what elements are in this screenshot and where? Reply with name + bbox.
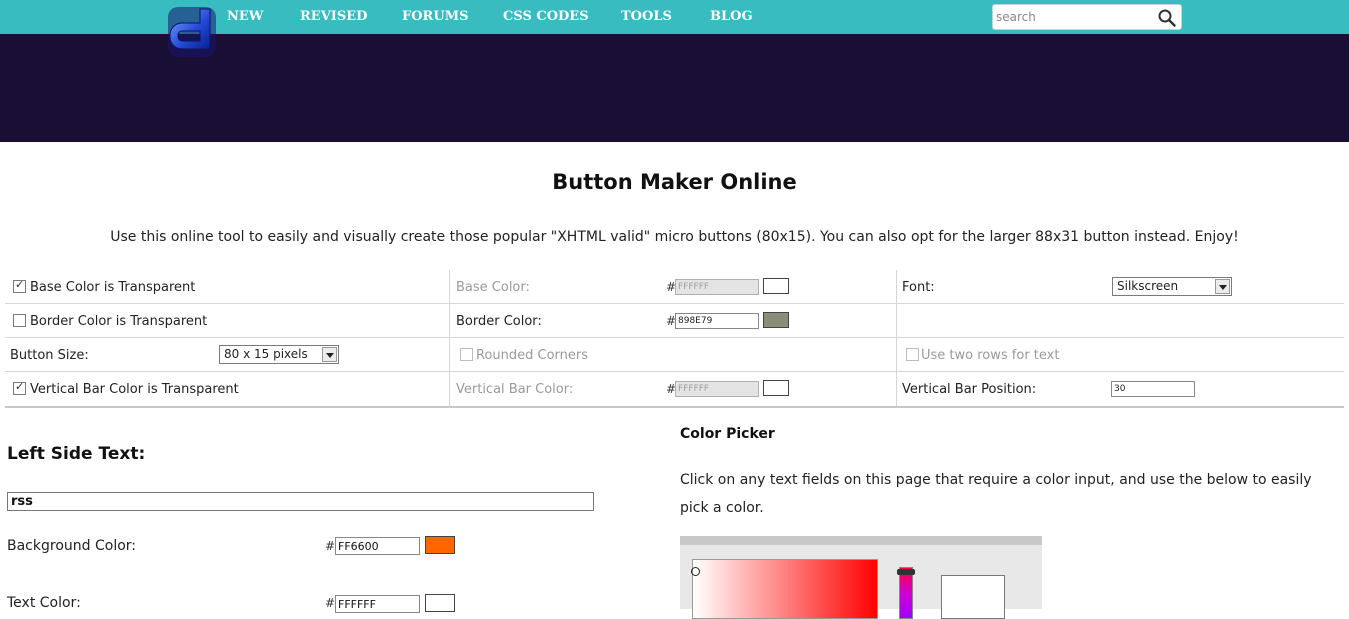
color-picker-body — [680, 545, 1042, 619]
text-color-input[interactable] — [335, 595, 420, 613]
left-side-text-heading: Left Side Text: — [7, 444, 146, 464]
base-color-swatch[interactable] — [763, 278, 789, 294]
font-select[interactable]: Silkscreen — [1112, 277, 1232, 296]
background-color-label: Background Color: — [7, 538, 136, 554]
page-title: Button Maker Online — [552, 170, 797, 194]
options-row: Button Size: 80 x 15 pixels Rounded Corn… — [5, 338, 1344, 372]
base-color-input[interactable] — [675, 279, 759, 295]
vbar-color-input[interactable] — [675, 381, 759, 397]
search-input[interactable] — [996, 8, 1154, 26]
color-picker — [680, 536, 1042, 619]
color-preview — [941, 575, 1005, 619]
cell: Font: Silkscreen — [897, 270, 1344, 303]
options-row: Base Color is Transparent Base Color: # … — [5, 270, 1344, 304]
hue-slider-handle[interactable] — [897, 569, 915, 575]
border-transparent-label: Border Color is Transparent — [30, 314, 208, 329]
border-color-swatch[interactable] — [763, 312, 789, 328]
background-color-swatch[interactable] — [425, 536, 455, 554]
nav-blog[interactable]: BLOG — [710, 9, 753, 24]
cell: Border Color: # — [450, 304, 897, 337]
vbar-transparent-checkbox[interactable] — [13, 380, 26, 395]
page-intro: Use this online tool to easily and visua… — [110, 229, 1239, 245]
vbar-color-swatch[interactable] — [763, 380, 789, 396]
vbar-transparent-label: Vertical Bar Color is Transparent — [30, 382, 239, 397]
background-color-input[interactable] — [335, 537, 420, 555]
nav-tools[interactable]: TOOLS — [621, 9, 672, 24]
button-size-value: 80 x 15 pixels — [224, 347, 308, 361]
nav-new[interactable]: NEW — [227, 9, 263, 24]
border-color-label: Border Color: — [456, 314, 542, 329]
font-label: Font: — [902, 280, 935, 295]
button-size-label: Button Size: — [10, 348, 89, 363]
button-size-select[interactable]: 80 x 15 pixels — [219, 345, 339, 364]
text-color-hash: # — [325, 596, 336, 610]
vbar-position-label: Vertical Bar Position: — [902, 382, 1037, 397]
options-row: Vertical Bar Color is Transparent Vertic… — [5, 372, 1344, 408]
cell: Use two rows for text — [897, 338, 1344, 371]
search-icon[interactable] — [1157, 8, 1177, 28]
cell: Base Color: # — [450, 270, 897, 303]
cell: Vertical Bar Position: — [897, 372, 1344, 406]
cell: Button Size: 80 x 15 pixels — [5, 338, 450, 371]
font-select-value: Silkscreen — [1117, 279, 1179, 293]
search-box — [992, 4, 1182, 30]
cell: Base Color is Transparent — [5, 270, 450, 303]
cell: Rounded Corners — [450, 338, 897, 371]
rounded-corners-label: Rounded Corners — [476, 348, 589, 363]
saturation-area[interactable] — [692, 559, 878, 619]
chevron-down-icon — [1215, 279, 1230, 294]
chevron-down-icon — [322, 347, 337, 362]
nav-revised[interactable]: REVISED — [300, 9, 367, 24]
cell: Border Color is Transparent — [5, 304, 450, 337]
color-picker-heading: Color Picker — [680, 426, 775, 442]
border-color-input[interactable] — [675, 313, 759, 329]
two-rows-checkbox[interactable] — [906, 348, 919, 361]
vbar-position-input[interactable] — [1111, 381, 1195, 397]
text-color-swatch[interactable] — [425, 594, 455, 612]
cell — [897, 304, 1344, 337]
two-rows-label: Use two rows for text — [921, 348, 1060, 363]
rounded-corners-checkbox[interactable] — [460, 348, 473, 361]
saturation-cursor[interactable] — [691, 567, 700, 576]
options-grid: Base Color is Transparent Base Color: # … — [5, 270, 1344, 408]
site-logo[interactable] — [166, 5, 218, 59]
nav-css-codes[interactable]: CSS CODES — [503, 9, 589, 24]
vbar-color-label: Vertical Bar Color: — [456, 382, 574, 397]
base-transparent-checkbox[interactable] — [13, 278, 26, 293]
options-row: Border Color is Transparent Border Color… — [5, 304, 1344, 338]
cell: Vertical Bar Color is Transparent — [5, 372, 450, 406]
cell: Vertical Bar Color: # — [450, 372, 897, 406]
left-side-text-input[interactable] — [7, 492, 594, 511]
nav-forums[interactable]: FORUMS — [402, 9, 468, 24]
base-color-label: Base Color: — [456, 280, 530, 295]
border-transparent-checkbox[interactable] — [13, 314, 26, 327]
background-color-hash: # — [325, 539, 336, 553]
color-picker-description: Click on any text fields on this page th… — [680, 472, 1312, 516]
base-transparent-label: Base Color is Transparent — [30, 280, 196, 295]
